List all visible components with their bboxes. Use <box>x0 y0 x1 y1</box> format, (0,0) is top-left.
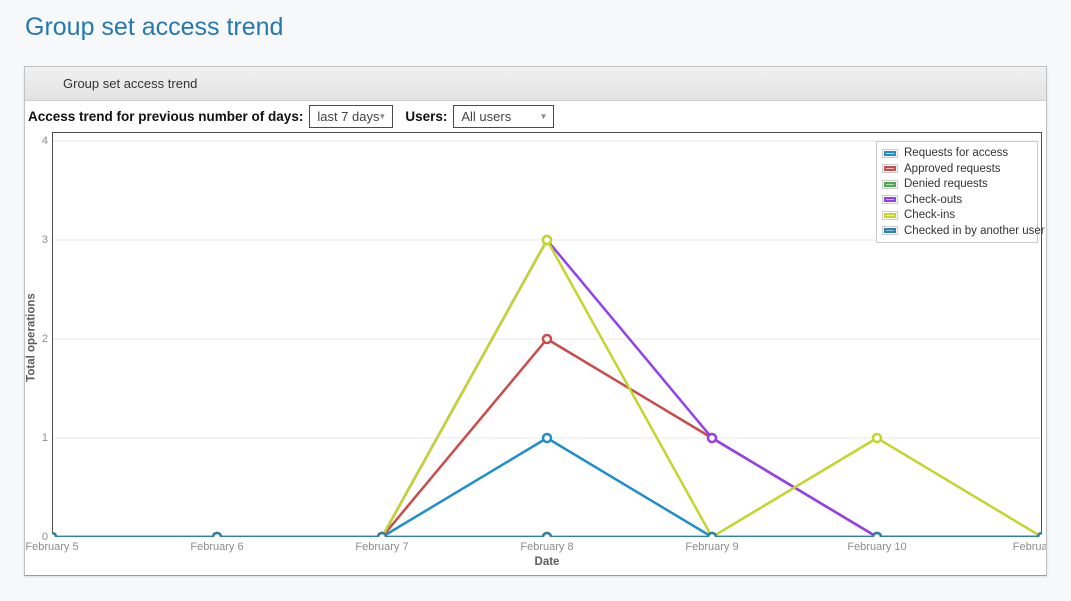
legend-label: Approved requests <box>904 163 1001 175</box>
legend-item: Requests for access <box>882 146 1032 161</box>
line-chart: February 5February 6February 7February 8… <box>25 132 1046 576</box>
data-point-marker <box>543 335 551 343</box>
data-point-marker <box>543 533 551 541</box>
chevron-down-icon: ▼ <box>539 106 547 127</box>
data-point-marker <box>48 533 56 541</box>
legend-label: Denied requests <box>904 178 988 190</box>
x-axis-label: Date <box>487 556 607 568</box>
legend-label: Requests for access <box>904 147 1008 159</box>
days-select[interactable]: last 7 days ▼ <box>309 105 393 128</box>
legend-swatch <box>882 211 898 220</box>
users-select[interactable]: All users ▼ <box>453 105 554 128</box>
y-axis-tick-label: 0 <box>28 531 48 543</box>
y-axis-tick-label: 3 <box>28 234 48 246</box>
legend-item: Denied requests <box>882 177 1032 192</box>
data-point-marker <box>873 533 881 541</box>
x-axis-tick-label: February 6 <box>157 541 277 553</box>
legend-label: Checked in by another user <box>904 225 1045 237</box>
data-point-marker <box>543 236 551 244</box>
days-filter-label: Access trend for previous number of days… <box>28 109 303 124</box>
chevron-down-icon: ▼ <box>378 106 386 127</box>
legend-item: Check-outs <box>882 193 1032 208</box>
chart-panel: Group set access trend Access trend for … <box>24 66 1047 576</box>
y-axis-label: Total operations <box>26 273 39 403</box>
legend-swatch <box>882 164 898 173</box>
data-point-marker <box>213 533 221 541</box>
legend-swatch <box>882 180 898 189</box>
series-line <box>52 240 1042 537</box>
filter-row: Access trend for previous number of days… <box>25 101 1046 132</box>
data-point-marker <box>708 533 716 541</box>
legend-swatch <box>882 149 898 158</box>
legend-label: Check-ins <box>904 209 955 221</box>
series-line <box>52 438 1042 537</box>
chart-legend: Requests for access Approved requests Deni… <box>876 141 1038 243</box>
data-point-marker <box>378 533 386 541</box>
data-point-marker <box>873 434 881 442</box>
legend-label: Check-outs <box>904 194 962 206</box>
y-axis-tick-label: 4 <box>28 135 48 147</box>
users-filter-label: Users: <box>405 109 447 124</box>
x-axis-tick-label: February 11 <box>982 541 1047 553</box>
x-axis-tick-label: February 8 <box>487 541 607 553</box>
data-point-marker <box>1038 533 1046 541</box>
legend-item: Approved requests <box>882 162 1032 177</box>
page-title: Group set access trend <box>25 13 283 42</box>
legend-item: Checked in by another user <box>882 224 1032 239</box>
legend-swatch <box>882 195 898 204</box>
legend-swatch <box>882 226 898 235</box>
legend-item: Check-ins <box>882 208 1032 223</box>
data-point-marker <box>708 434 716 442</box>
panel-header: Group set access trend <box>25 67 1046 101</box>
days-select-value: last 7 days <box>317 109 379 124</box>
x-axis-tick-label: February 7 <box>322 541 442 553</box>
users-select-value: All users <box>461 109 511 124</box>
x-axis-tick-label: February 10 <box>817 541 937 553</box>
data-point-marker <box>543 434 551 442</box>
series-line <box>52 240 1042 537</box>
x-axis-tick-label: February 9 <box>652 541 772 553</box>
y-axis-tick-label: 1 <box>28 432 48 444</box>
